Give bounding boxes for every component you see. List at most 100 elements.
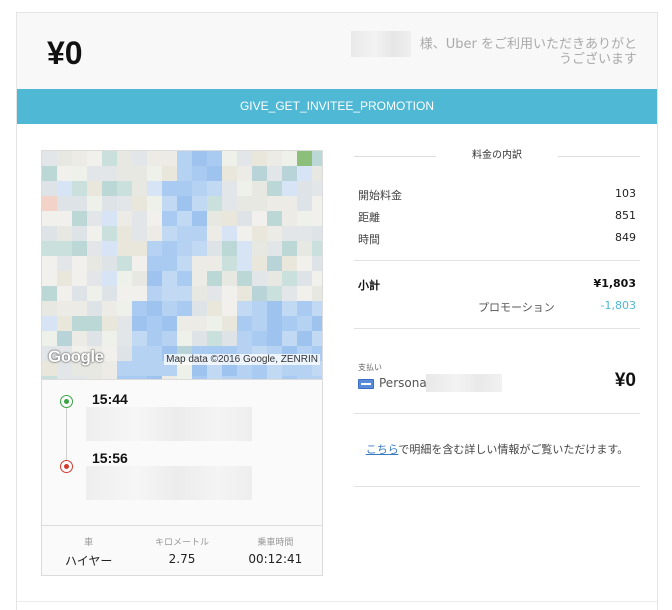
map-tile <box>87 166 102 181</box>
map-tile <box>57 286 72 301</box>
map-tile <box>42 301 57 316</box>
map-tile <box>132 316 147 331</box>
map-tile <box>267 196 282 211</box>
map-tile <box>87 286 102 301</box>
map-tile <box>192 241 207 256</box>
map-tile <box>297 271 312 286</box>
map-tile <box>42 166 57 181</box>
map-tile <box>297 241 312 256</box>
map-tile <box>312 301 322 316</box>
map-tile <box>237 316 252 331</box>
map-tile <box>297 181 312 196</box>
map-tile <box>177 271 192 286</box>
map-tile <box>132 241 147 256</box>
map-tile <box>147 151 162 166</box>
map-tile <box>267 256 282 271</box>
map-tile <box>237 331 252 346</box>
map-tile <box>312 316 322 331</box>
map-tile <box>147 301 162 316</box>
footer-divider <box>17 601 657 602</box>
map-tile <box>207 226 222 241</box>
map-tile <box>282 151 297 166</box>
map-tile <box>87 316 102 331</box>
map-tile <box>42 286 57 301</box>
map-tile <box>87 211 102 226</box>
map-tile <box>252 271 267 286</box>
map-tile <box>57 196 72 211</box>
map-tile <box>312 271 322 286</box>
google-logo: Google <box>48 347 104 366</box>
map-tile <box>57 151 72 166</box>
fare-item-label: 開始料金 <box>358 189 402 202</box>
map-tile <box>102 301 117 316</box>
map-tile <box>42 211 57 226</box>
map-tile <box>57 301 72 316</box>
details-link[interactable]: こちら <box>366 443 399 456</box>
map-tile <box>132 331 147 346</box>
map-tile <box>192 211 207 226</box>
map-tile <box>162 181 177 196</box>
map-tile <box>237 166 252 181</box>
map-tile <box>192 181 207 196</box>
map-tile <box>117 226 132 241</box>
map-tile <box>147 271 162 286</box>
map-tile <box>132 226 147 241</box>
map-tile <box>132 346 147 361</box>
map-tile <box>252 151 267 166</box>
route-map[interactable]: Google Map data ©2016 Google, ZENRIN <box>42 151 322 379</box>
trip-stats: 車 ハイヤー キロメートル 2.75 乗車時間 00:12:41 <box>42 525 322 576</box>
map-tile <box>57 256 72 271</box>
map-tile <box>192 286 207 301</box>
map-tile <box>42 331 57 346</box>
map-tile <box>282 211 297 226</box>
map-tile <box>147 286 162 301</box>
map-tile <box>312 181 322 196</box>
map-tile <box>132 256 147 271</box>
credit-card-icon <box>358 379 374 389</box>
payment-amount: ¥0 <box>614 370 636 391</box>
fare-subtotal: 小計 ¥1,803 <box>358 277 636 293</box>
map-tile <box>192 196 207 211</box>
stat-distance: キロメートル 2.75 <box>135 526 228 576</box>
map-tile <box>297 196 312 211</box>
map-tile <box>237 286 252 301</box>
map-tile <box>72 151 87 166</box>
map-tile <box>192 301 207 316</box>
map-tile <box>222 331 237 346</box>
map-tile <box>312 166 322 181</box>
map-tile <box>147 226 162 241</box>
map-tile <box>267 226 282 241</box>
map-tile <box>207 181 222 196</box>
route-connector <box>66 408 67 466</box>
map-tile <box>192 316 207 331</box>
map-tile <box>177 331 192 346</box>
map-tile <box>72 211 87 226</box>
map-tile <box>237 301 252 316</box>
map-tile <box>72 166 87 181</box>
fare-item-time: 時間 849 <box>358 231 636 247</box>
map-tile <box>102 271 117 286</box>
map-tile <box>282 316 297 331</box>
map-tile <box>222 151 237 166</box>
map-tile <box>297 166 312 181</box>
map-tile <box>162 196 177 211</box>
map-tile <box>222 166 237 181</box>
dropoff-marker-icon <box>60 460 73 473</box>
map-tile <box>102 316 117 331</box>
trip-panel: Google Map data ©2016 Google, ZENRIN 15:… <box>41 150 323 576</box>
map-tile <box>57 211 72 226</box>
pickup-marker-icon <box>60 395 73 408</box>
map-tile <box>222 316 237 331</box>
map-tile <box>147 196 162 211</box>
map-tile <box>252 301 267 316</box>
subtotal-value: ¥1,803 <box>593 277 636 290</box>
map-tile <box>117 151 132 166</box>
map-tile <box>57 181 72 196</box>
map-tile <box>207 211 222 226</box>
map-tile <box>57 166 72 181</box>
map-tile <box>192 271 207 286</box>
map-tile <box>267 211 282 226</box>
map-tile <box>42 271 57 286</box>
map-tile <box>57 331 72 346</box>
map-tile <box>177 211 192 226</box>
